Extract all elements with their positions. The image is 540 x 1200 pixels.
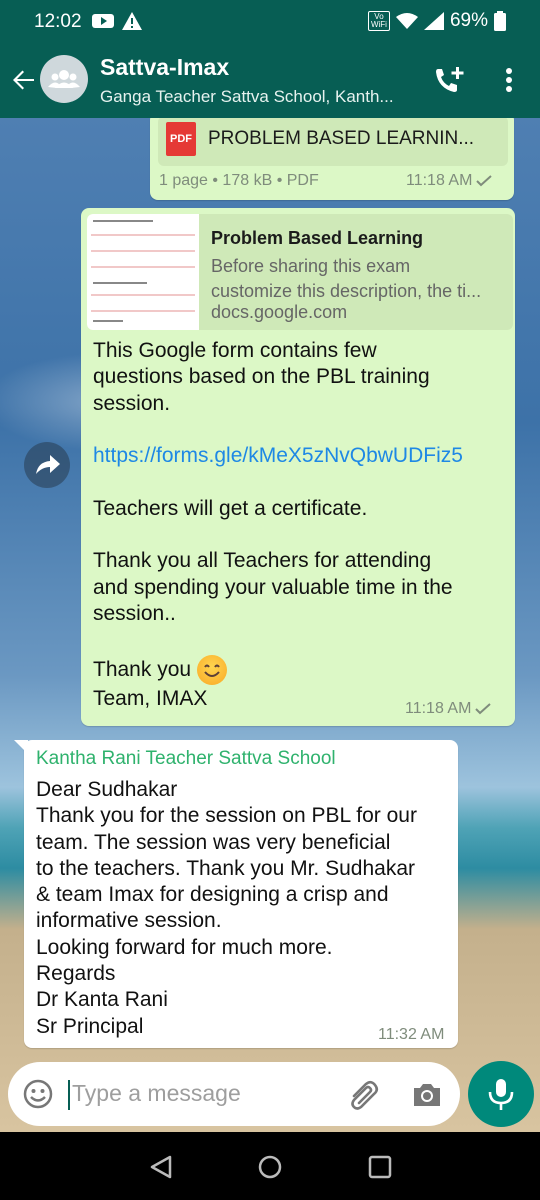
emoji-icon[interactable] xyxy=(22,1078,54,1110)
group-members[interactable]: Ganga Teacher Sattva School, Kanth... xyxy=(100,87,394,107)
more-vert-icon[interactable] xyxy=(497,64,521,96)
status-time: 12:02 xyxy=(34,11,82,32)
smiling-face-emoji xyxy=(196,655,227,686)
signal-icon xyxy=(423,12,444,30)
youtube-icon xyxy=(92,14,114,28)
link-message[interactable]: Problem Based Learning Before sharing th… xyxy=(81,208,515,726)
mic-icon xyxy=(488,1079,514,1110)
voice-message-button[interactable] xyxy=(468,1061,534,1127)
system-nav-bar xyxy=(0,1132,540,1200)
bubble-tail xyxy=(14,740,28,754)
document-name: PROBLEM BASED LEARNIN... xyxy=(208,128,475,149)
status-notification-icons xyxy=(92,12,142,30)
status-right: Vo WiFi 69% xyxy=(367,10,506,32)
battery-percent: 69% xyxy=(449,10,488,31)
chat-area[interactable]: PDF PROBLEM BASED LEARNIN... 1 page • 17… xyxy=(0,118,540,1132)
add-call-icon[interactable] xyxy=(432,64,468,96)
document-meta: 1 page • 178 kB • PDF xyxy=(159,172,319,189)
message-time: 11:32 AM xyxy=(378,1026,445,1043)
message-time: 11:18 AM xyxy=(405,700,492,718)
link-preview[interactable]: Problem Based Learning Before sharing th… xyxy=(87,214,513,330)
battery-icon xyxy=(494,11,506,31)
warning-icon xyxy=(122,12,142,30)
message-composer[interactable]: Type a message xyxy=(8,1062,460,1126)
nav-back-icon[interactable] xyxy=(148,1154,174,1180)
sent-tick-icon xyxy=(475,703,492,715)
camera-icon[interactable] xyxy=(410,1078,444,1112)
sender-name[interactable]: Kantha Rani Teacher Sattva School xyxy=(36,748,336,770)
form-link[interactable]: https://forms.gle/kMeX5zNvQbwUDFiz5 xyxy=(93,443,463,469)
message-input[interactable]: Type a message xyxy=(72,1080,241,1107)
document-card[interactable]: PDF PROBLEM BASED LEARNIN... xyxy=(158,118,508,166)
back-arrow-icon[interactable] xyxy=(8,64,40,96)
sent-tick-icon xyxy=(476,175,493,187)
forward-icon xyxy=(36,455,60,474)
incoming-message[interactable]: Kantha Rani Teacher Sattva School Dear S… xyxy=(14,740,458,1048)
nav-recents-icon[interactable] xyxy=(367,1154,393,1180)
wifi-icon xyxy=(395,13,418,29)
preview-description: Before sharing this exam customize this … xyxy=(211,256,482,301)
text-cursor xyxy=(68,1080,70,1110)
group-avatar-icon[interactable] xyxy=(40,55,88,103)
group-title[interactable]: Sattva-Imax xyxy=(100,54,229,81)
document-message[interactable]: PDF PROBLEM BASED LEARNIN... 1 page • 17… xyxy=(150,118,514,200)
chat-header: Sattva-Imax Ganga Teacher Sattva School,… xyxy=(0,42,540,118)
nav-home-icon[interactable] xyxy=(257,1154,283,1180)
message-time: 11:18 AM xyxy=(406,172,493,190)
attach-icon[interactable] xyxy=(346,1078,380,1112)
preview-site: docs.google.com xyxy=(211,302,348,322)
preview-title: Problem Based Learning xyxy=(211,228,424,248)
status-bar: 12:02 Vo WiFi 69% xyxy=(0,0,540,42)
preview-thumbnail xyxy=(87,214,199,330)
message-body: This Google form contains few questions … xyxy=(93,339,463,710)
vowifi-icon: Vo WiFi xyxy=(367,11,390,31)
forward-button[interactable] xyxy=(24,442,70,488)
pdf-icon: PDF xyxy=(166,122,196,156)
message-body: Dear Sudhakar Thank you for the session … xyxy=(36,778,417,1038)
